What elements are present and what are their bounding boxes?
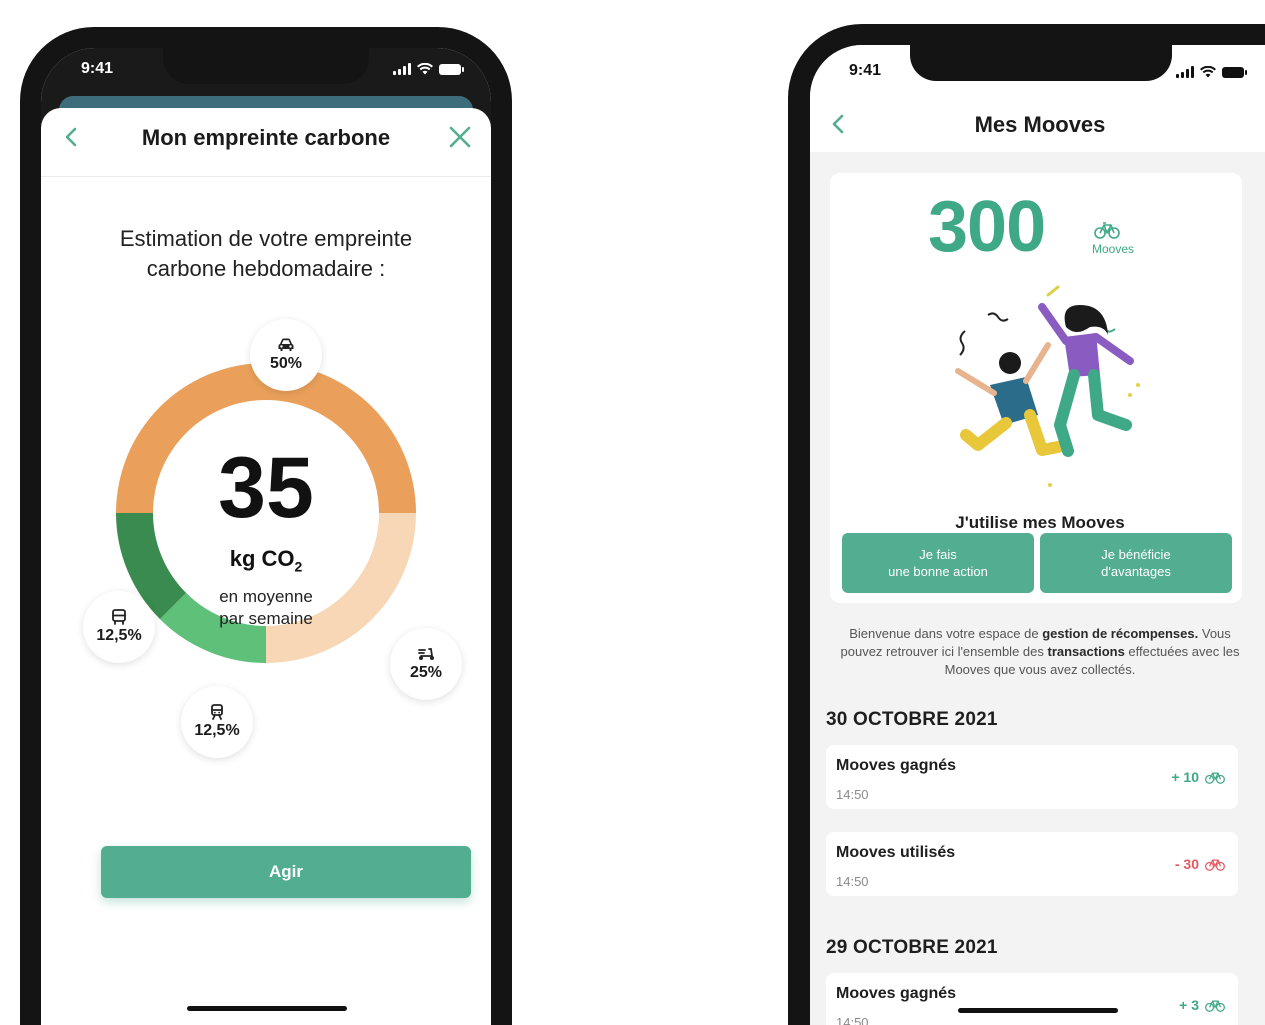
period-line-1: en moyenne [219,587,313,606]
transaction-time: 14:50 [836,1015,869,1025]
benefits-button[interactable]: Je bénéficie d'avantages [1040,533,1232,593]
screenshot-canvas: 9:41 Mon empreinte carbone Estimation de… [0,0,1265,1025]
segment-bubble-train[interactable]: 12,5% [181,686,253,758]
carbon-unit: kg CO2 [166,546,366,574]
button-line-1: Je bénéficie [1101,547,1171,562]
status-icons [393,63,464,75]
home-indicator [187,1006,347,1011]
chevron-left-icon[interactable] [824,109,854,139]
wifi-icon [417,63,433,75]
button-line-2: une bonne action [888,564,988,579]
welcome-bold-2: transactions [1047,644,1125,659]
status-icons [1176,66,1247,78]
celebration-illustration [955,285,1140,487]
unit-subscript: 2 [294,558,303,575]
carbon-period: en moyenne par semaine [166,586,366,630]
phone-notch [163,48,369,84]
amount-value: + 3 [1179,997,1199,1013]
carbon-total-value: 35 [218,440,314,536]
home-indicator [958,1008,1118,1013]
bus-icon [112,609,126,625]
battery-icon [1222,67,1247,78]
mooves-balance: 300 [928,187,1046,267]
mooves-nav-bar: Mes Mooves [810,95,1265,155]
car-icon [278,338,294,351]
amount-value: - 30 [1174,856,1199,872]
page-title: Mon empreinte carbone [141,125,391,150]
cellular-signal-icon [1176,66,1194,78]
welcome-part-1: Bienvenue dans votre espace de [849,626,1043,641]
cellular-signal-icon [393,63,411,75]
battery-icon [439,64,464,75]
transaction-time: 14:50 [836,787,869,802]
date-header: 30 OCTOBRE 2021 [826,709,998,730]
transaction-label: Mooves gagnés [836,757,957,774]
chevron-left-icon[interactable] [57,122,87,152]
phone-frame-mooves: 9:41 Mes Mooves 300 Mooves J'utilise mes… [788,24,1265,1025]
transaction-amount: + 10 [1171,769,1226,785]
segment-label-scooter: 25% [409,664,443,681]
status-time: 9:41 [849,62,882,79]
segment-label-train: 12,5% [194,722,240,739]
transaction-label: Mooves gagnés [836,985,957,1002]
transaction-label: Mooves utilisés [836,844,956,861]
bike-icon [1094,222,1120,239]
segment-label-bus: 12,5% [96,627,142,644]
transaction-row[interactable]: Mooves utilisés 14:50 - 30 [826,832,1238,896]
mooves-screen: 9:41 Mes Mooves 300 Mooves J'utilise mes… [810,45,1265,1025]
train-icon [211,704,223,720]
segment-bubble-scooter[interactable]: 25% [390,628,462,700]
date-header: 29 OCTOBRE 2021 [826,937,998,958]
transaction-amount: + 3 [1179,997,1226,1013]
bike-icon [1205,1000,1225,1012]
segment-bubble-car[interactable]: 50% [250,319,322,391]
scooter-icon [418,648,434,660]
use-mooves-title: J'utilise mes Mooves [955,513,1125,532]
carbon-heading: Estimation de votre empreinte carbone he… [119,226,413,281]
transaction-time: 14:50 [836,874,869,889]
phone-frame-carbon: 9:41 Mon empreinte carbone Estimation de… [20,27,512,1025]
carbon-nav-bar: Mon empreinte carbone [41,108,491,168]
bike-icon [1205,772,1225,784]
phone-notch [910,45,1172,81]
page-title: Mes Mooves [974,112,1106,137]
unit-text: kg CO [229,546,295,571]
mooves-unit: Mooves [1092,242,1135,256]
period-line-2: par semaine [219,609,313,628]
segment-label-car: 50% [269,355,303,372]
good-action-button[interactable]: Je fais une bonne action [842,533,1034,593]
act-button[interactable]: Agir [101,846,471,898]
status-time: 9:41 [81,60,114,77]
transaction-row[interactable]: Mooves gagnés 14:50 + 10 [826,745,1238,809]
welcome-bold-1: gestion de récompenses. [1042,626,1199,641]
segment-bubble-bus[interactable]: 12,5% [83,591,155,663]
button-line-2: d'avantages [1101,564,1171,579]
carbon-screen: 9:41 Mon empreinte carbone Estimation de… [41,48,491,1025]
transaction-row[interactable]: Mooves gagnés 14:50 + 3 [826,973,1238,1025]
nav-divider [41,176,491,177]
wifi-icon [1200,66,1216,78]
button-line-1: Je fais [919,547,957,562]
close-icon[interactable] [445,122,475,152]
transaction-amount: - 30 [1175,856,1226,872]
amount-value: + 10 [1171,769,1199,785]
welcome-text: Bienvenue dans votre espace de gestion d… [830,625,1250,679]
bike-icon [1205,859,1225,871]
